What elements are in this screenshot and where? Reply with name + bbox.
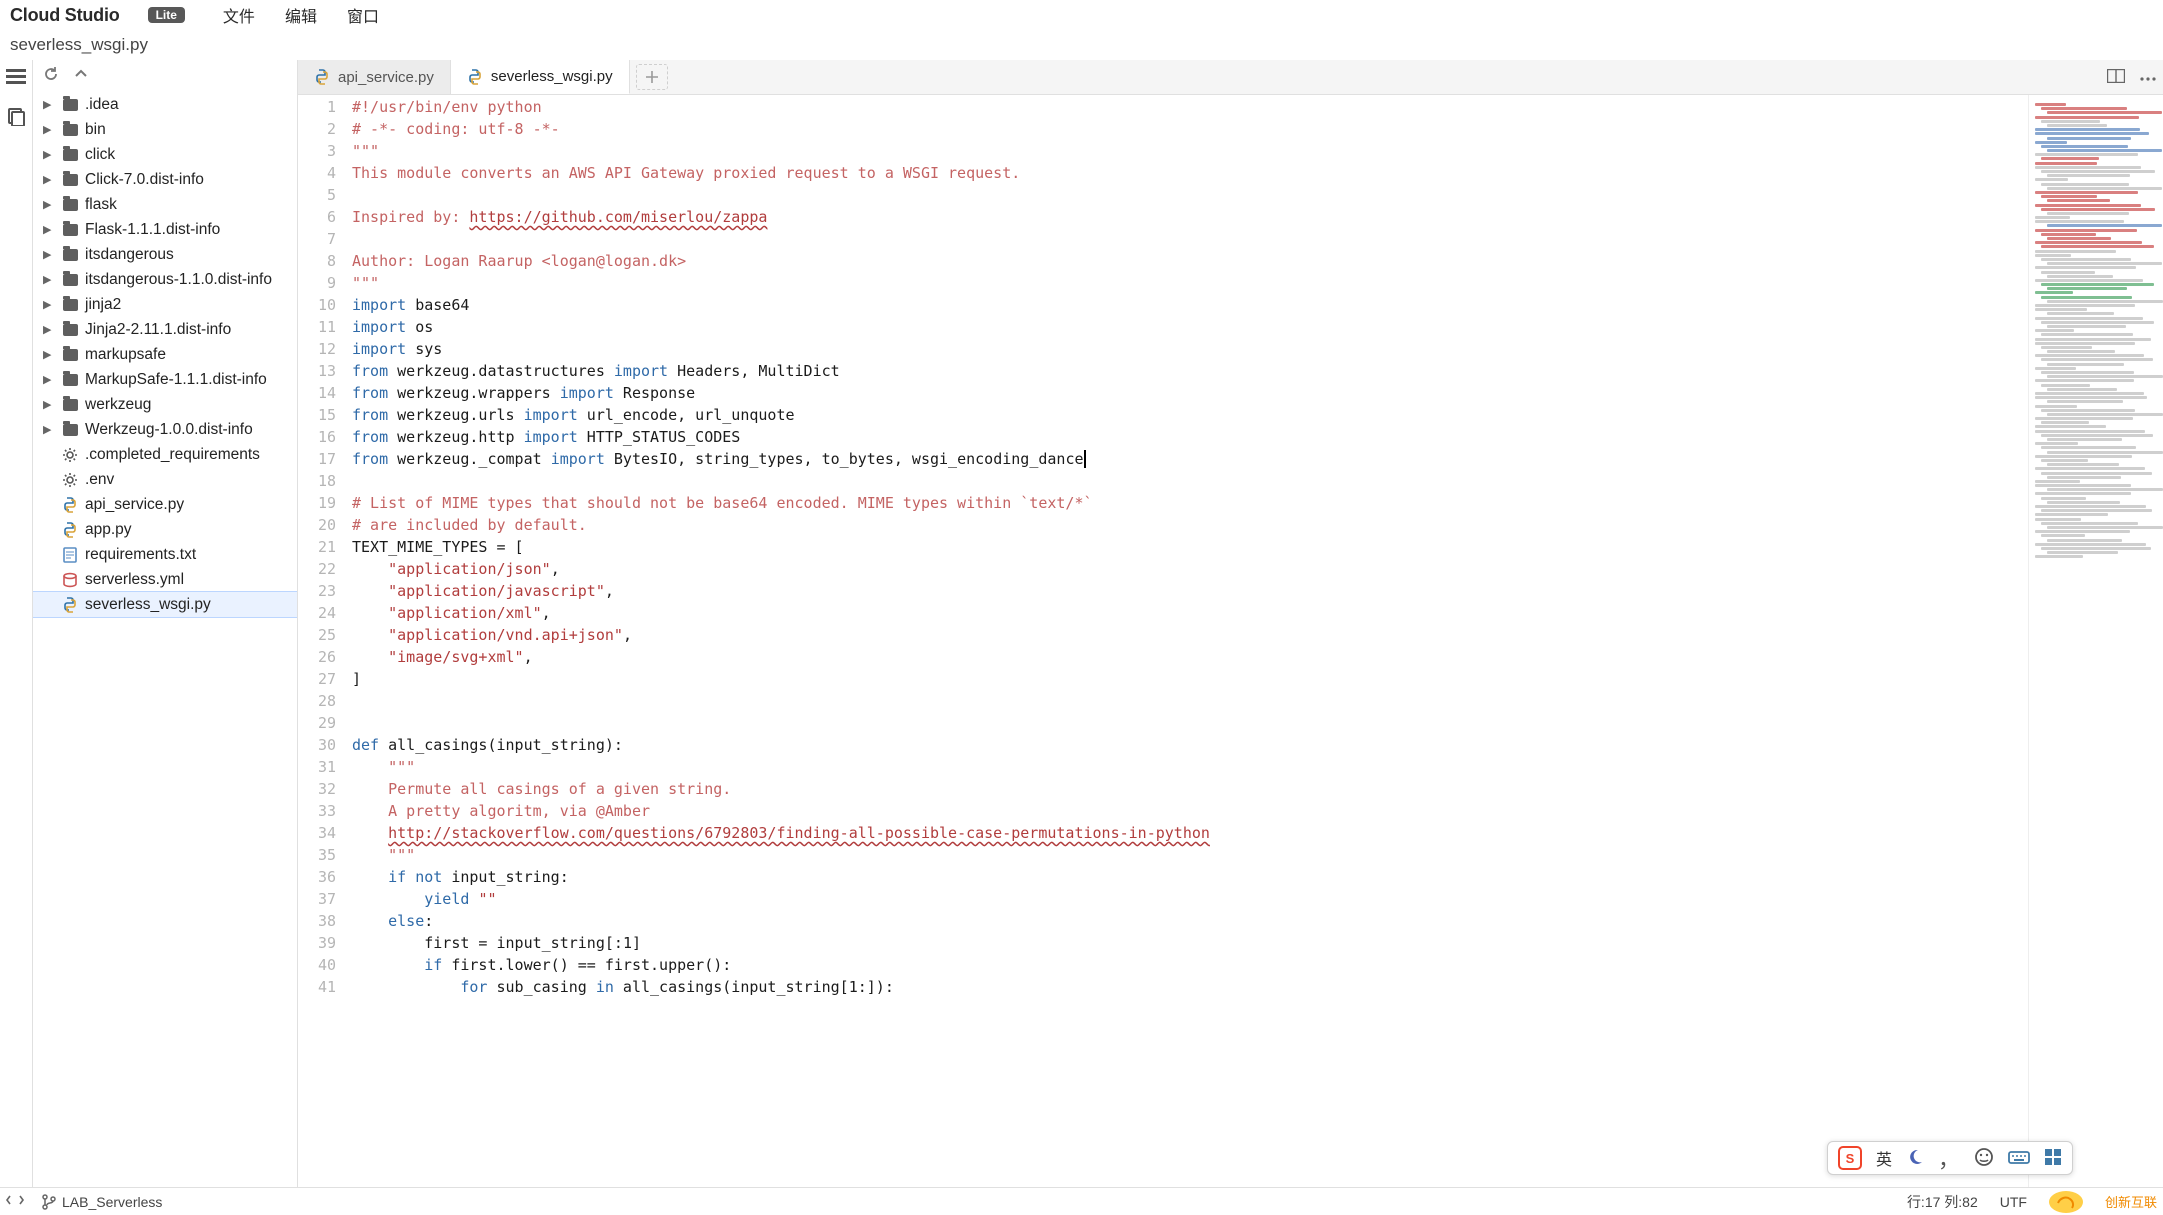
tree-label: .env [85,471,114,489]
tree-file[interactable]: serverless.yml [33,567,297,592]
file-tree[interactable]: ▶.idea▶bin▶click▶Click-7.0.dist-info▶fla… [33,90,297,1187]
breadcrumb: severless_wsgi.py [0,30,2163,60]
files-icon[interactable] [5,106,27,128]
line-gutter: 1 2 3 4 5 6 7 8 9 10 11 12 13 14 15 16 1… [298,95,352,1187]
status-project: LAB_Serverless [62,1194,162,1210]
editor-tab[interactable]: severless_wsgi.py [451,60,630,94]
grid-icon[interactable] [2044,1148,2062,1169]
tree-folder[interactable]: ▶Jinja2-2.11.1.dist-info [33,317,297,342]
tree-folder[interactable]: ▶itsdangerous [33,242,297,267]
workbench: ▶.idea▶bin▶click▶Click-7.0.dist-info▶fla… [0,60,2163,1187]
tab-label: severless_wsgi.py [491,68,613,85]
split-editor-icon[interactable] [2107,69,2125,86]
tree-folder[interactable]: ▶bin [33,117,297,142]
provider-logo-icon [2049,1191,2083,1213]
remote-icon[interactable] [6,1193,24,1210]
tree-label: jinja2 [85,296,121,314]
tree-label: werkzeug [85,396,151,414]
editor[interactable]: 1 2 3 4 5 6 7 8 9 10 11 12 13 14 15 16 1… [298,95,2163,1187]
tree-file[interactable]: app.py [33,517,297,542]
comma-icon[interactable]: ， [1938,1142,1960,1174]
tab-row: api_service.py severless_wsgi.py [298,60,2163,95]
tree-folder[interactable]: ▶jinja2 [33,292,297,317]
sidebar-tools [33,60,297,90]
activity-bar [0,60,33,1187]
tree-label: markupsafe [85,346,166,364]
tree-label: click [85,146,115,164]
tree-folder[interactable]: ▶click [33,142,297,167]
tree-label: bin [85,121,106,139]
tree-label: app.py [85,521,132,539]
tree-label: itsdangerous [85,246,174,264]
tree-folder[interactable]: ▶Flask-1.1.1.dist-info [33,217,297,242]
menu-edit[interactable]: 编辑 [285,3,317,27]
status-encoding[interactable]: UTF [2000,1194,2027,1210]
brand-badge: Lite [148,7,185,23]
tree-label: requirements.txt [85,546,196,564]
explorer-icon[interactable] [5,66,27,88]
tree-label: Flask-1.1.1.dist-info [85,221,220,239]
tree-folder[interactable]: ▶flask [33,192,297,217]
tree-label: Jinja2-2.11.1.dist-info [85,321,231,339]
tree-label: Werkzeug-1.0.0.dist-info [85,421,253,439]
tree-label: api_service.py [85,496,184,514]
tree-folder[interactable]: ▶Werkzeug-1.0.0.dist-info [33,417,297,442]
ime-logo-icon: S [1838,1146,1862,1170]
moon-icon[interactable] [1906,1148,1924,1169]
ime-tray[interactable]: S 英 ， [1827,1141,2073,1175]
tree-label: itsdangerous-1.1.0.dist-info [85,271,272,289]
tree-label: .idea [85,96,119,114]
tree-folder[interactable]: ▶itsdangerous-1.1.0.dist-info [33,267,297,292]
editor-area: api_service.py severless_wsgi.py 1 2 3 4 … [298,60,2163,1187]
menu-window[interactable]: 窗口 [347,3,379,27]
collapse-all-icon[interactable] [73,66,89,85]
tree-folder[interactable]: ▶Click-7.0.dist-info [33,167,297,192]
tree-label: MarkupSafe-1.1.1.dist-info [85,371,267,389]
menu-file[interactable]: 文件 [223,3,255,27]
editor-tab[interactable]: api_service.py [298,60,451,94]
provider-name: 创新互联 [2105,1192,2157,1211]
tab-label: api_service.py [338,69,434,86]
tree-file[interactable]: api_service.py [33,492,297,517]
new-tab-button[interactable] [636,64,668,90]
tree-label: flask [85,196,117,214]
tree-folder[interactable]: ▶.idea [33,92,297,117]
brand-name: Cloud Studio [10,5,120,26]
minimap[interactable] [2028,95,2163,1187]
tree-folder[interactable]: ▶werkzeug [33,392,297,417]
status-cursor[interactable]: 行:17 列:82 [1907,1192,1978,1212]
ime-lang[interactable]: 英 [1876,1146,1892,1170]
status-bar: LAB_Serverless 行:17 列:82 UTF 创新互联 [0,1187,2163,1215]
more-icon[interactable] [2139,70,2157,85]
tree-file[interactable]: severless_wsgi.py [33,592,297,617]
tree-label: serverless.yml [85,571,184,589]
sidebar: ▶.idea▶bin▶click▶Click-7.0.dist-info▶fla… [33,60,298,1187]
tree-folder[interactable]: ▶MarkupSafe-1.1.1.dist-info [33,367,297,392]
tree-file[interactable]: .env [33,467,297,492]
tree-label: .completed_requirements [85,446,260,464]
breadcrumb-file: severless_wsgi.py [10,35,148,55]
tree-label: severless_wsgi.py [85,596,211,614]
tree-file[interactable]: .completed_requirements [33,442,297,467]
code-view[interactable]: #!/usr/bin/env python # -*- coding: utf-… [352,95,2028,1187]
refresh-icon[interactable] [43,66,59,85]
git-branch-icon[interactable]: LAB_Serverless [42,1194,162,1210]
face-icon[interactable] [1974,1147,1994,1170]
tree-label: Click-7.0.dist-info [85,171,204,189]
tree-file[interactable]: requirements.txt [33,542,297,567]
top-bar: Cloud Studio Lite 文件 编辑 窗口 [0,0,2163,30]
keyboard-icon[interactable] [2008,1149,2030,1168]
menu-bar: 文件 编辑 窗口 [223,3,379,27]
tree-folder[interactable]: ▶markupsafe [33,342,297,367]
